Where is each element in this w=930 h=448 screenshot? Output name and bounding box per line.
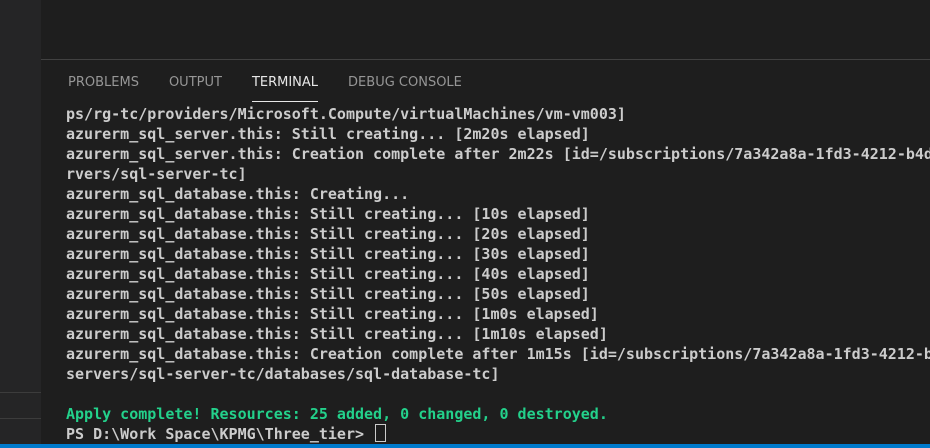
- vscode-window: PROBLEMS OUTPUT TERMINAL DEBUG CONSOLE p…: [0, 0, 930, 448]
- sidebar-divider: [0, 392, 41, 393]
- terminal-prompt-line[interactable]: PS D:\Work Space\KPMG\Three_tier>: [66, 424, 930, 444]
- terminal-line: azurerm_sql_database.this: Still creatin…: [66, 285, 590, 303]
- terminal-line: azurerm_sql_database.this: Creating...: [66, 185, 410, 203]
- terminal-cursor: [375, 424, 387, 442]
- terminal-line: rvers/sql-server-tc]: [66, 165, 247, 183]
- terminal-line: azurerm_sql_database.this: Still creatin…: [66, 265, 590, 283]
- tab-terminal[interactable]: TERMINAL: [251, 73, 319, 102]
- terminal-line: azurerm_sql_server.this: Still creating.…: [66, 125, 590, 143]
- tab-problems[interactable]: PROBLEMS: [68, 73, 139, 103]
- tab-output[interactable]: OUTPUT: [169, 73, 222, 103]
- panel-tabs: PROBLEMS OUTPUT TERMINAL DEBUG CONSOLE: [68, 73, 462, 103]
- terminal-output[interactable]: ps/rg-tc/providers/Microsoft.Compute/vir…: [66, 104, 930, 448]
- side-bar: [0, 0, 41, 448]
- status-bar: [0, 444, 930, 448]
- terminal-line: azurerm_sql_database.this: Still creatin…: [66, 325, 608, 343]
- editor-area[interactable]: [41, 0, 930, 59]
- sidebar-divider: [0, 418, 41, 419]
- tab-debug-console[interactable]: DEBUG CONSOLE: [348, 73, 462, 103]
- bottom-panel: PROBLEMS OUTPUT TERMINAL DEBUG CONSOLE p…: [41, 60, 930, 448]
- terminal-line: azurerm_sql_database.this: Still creatin…: [66, 305, 599, 323]
- terminal-line: azurerm_sql_server.this: Creation comple…: [66, 145, 930, 163]
- terminal-prompt: PS D:\Work Space\KPMG\Three_tier>: [66, 425, 374, 443]
- apply-complete-message: Apply complete! Resources: 25 added, 0 c…: [66, 405, 608, 423]
- terminal-line: azurerm_sql_database.this: Still creatin…: [66, 225, 590, 243]
- terminal-line: azurerm_sql_database.this: Still creatin…: [66, 205, 590, 223]
- terminal-line: servers/sql-server-tc/databases/sql-data…: [66, 365, 500, 383]
- terminal-line: ps/rg-tc/providers/Microsoft.Compute/vir…: [66, 105, 626, 123]
- terminal-line: azurerm_sql_database.this: Creation comp…: [66, 345, 930, 363]
- terminal-line: azurerm_sql_database.this: Still creatin…: [66, 245, 590, 263]
